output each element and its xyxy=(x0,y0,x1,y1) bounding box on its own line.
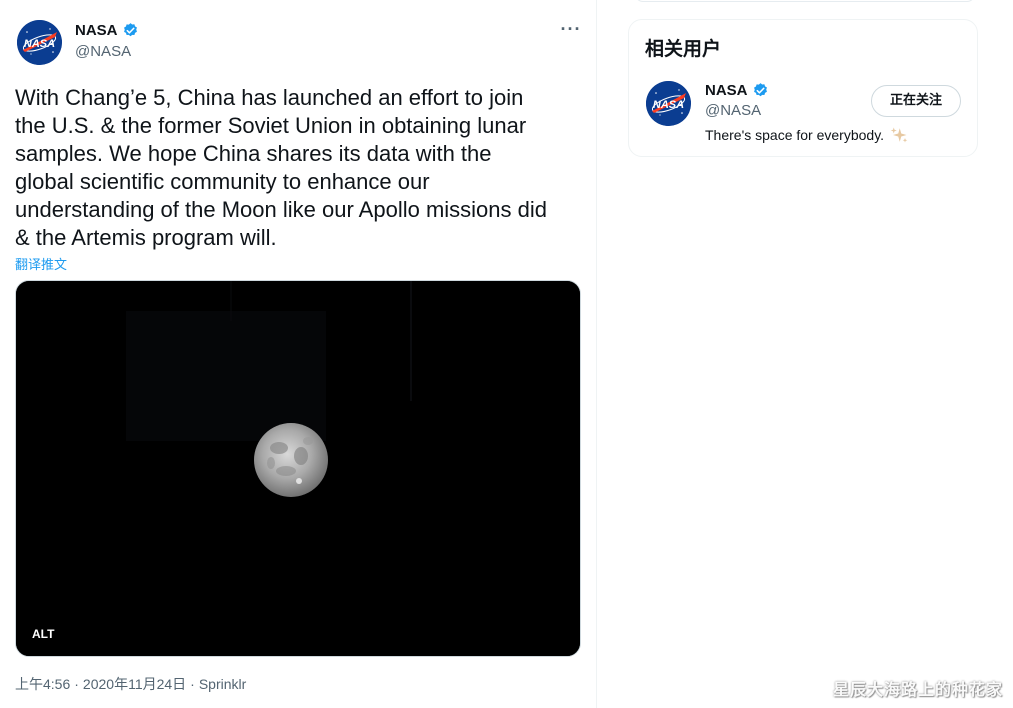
nasa-logo-icon: NASA xyxy=(646,81,691,126)
moon-photo xyxy=(16,281,580,656)
watermark: 星辰大海路上的种花家 xyxy=(832,680,1003,699)
related-user-avatar[interactable]: NASA xyxy=(646,81,691,126)
more-dots-icon[interactable]: ··· xyxy=(557,20,585,44)
alt-badge[interactable]: ALT xyxy=(26,625,61,643)
tweet-time[interactable]: 上午4:56 xyxy=(15,676,70,692)
related-users-title: 相关用户 xyxy=(645,39,722,60)
following-button[interactable]: 正在关注 xyxy=(871,85,961,117)
svg-text:NASA: NASA xyxy=(24,38,55,50)
sidebar: 相关用户 NASA NASA @NASA There's space for e… xyxy=(598,0,1013,708)
tweet-column: NASA NASA @NASA ··· With Chang’e 5, Chin… xyxy=(0,0,597,708)
related-user-name-row[interactable]: NASA xyxy=(705,82,769,99)
tweet-date[interactable]: 2020年11月24日 xyxy=(83,676,186,692)
svg-text:NASA: NASA xyxy=(653,99,684,111)
tweet-source[interactable]: Sprinklr xyxy=(199,676,246,692)
author-name-row[interactable]: NASA xyxy=(75,22,139,39)
tweet-media-image[interactable]: ALT xyxy=(15,280,581,657)
sparkles-icon xyxy=(890,127,908,143)
translate-tweet-link[interactable]: 翻译推文 xyxy=(15,254,67,273)
verified-badge-icon xyxy=(753,83,767,97)
author-name[interactable]: NASA xyxy=(75,22,118,39)
search-box-edge xyxy=(635,0,975,2)
nasa-avatar[interactable]: NASA xyxy=(17,20,62,65)
nasa-logo-icon: NASA xyxy=(17,20,62,65)
verified-badge-icon xyxy=(123,23,137,37)
author-handle[interactable]: @NASA xyxy=(75,43,131,60)
related-user-bio: There's space for everybody. xyxy=(705,126,908,144)
related-user-name[interactable]: NASA xyxy=(705,82,748,99)
related-user-handle[interactable]: @NASA xyxy=(705,102,761,119)
tweet-text: With Chang’e 5, China has launched an ef… xyxy=(15,85,547,250)
related-user-bio-text: There's space for everybody. xyxy=(705,127,885,143)
meta-separator: · xyxy=(190,676,195,692)
related-users-card: 相关用户 NASA NASA @NASA There's space for e… xyxy=(628,19,978,157)
tweet-metadata: 上午4:56 · 2020年11月24日 · Sprinklr xyxy=(15,674,250,694)
meta-separator: · xyxy=(74,676,79,692)
